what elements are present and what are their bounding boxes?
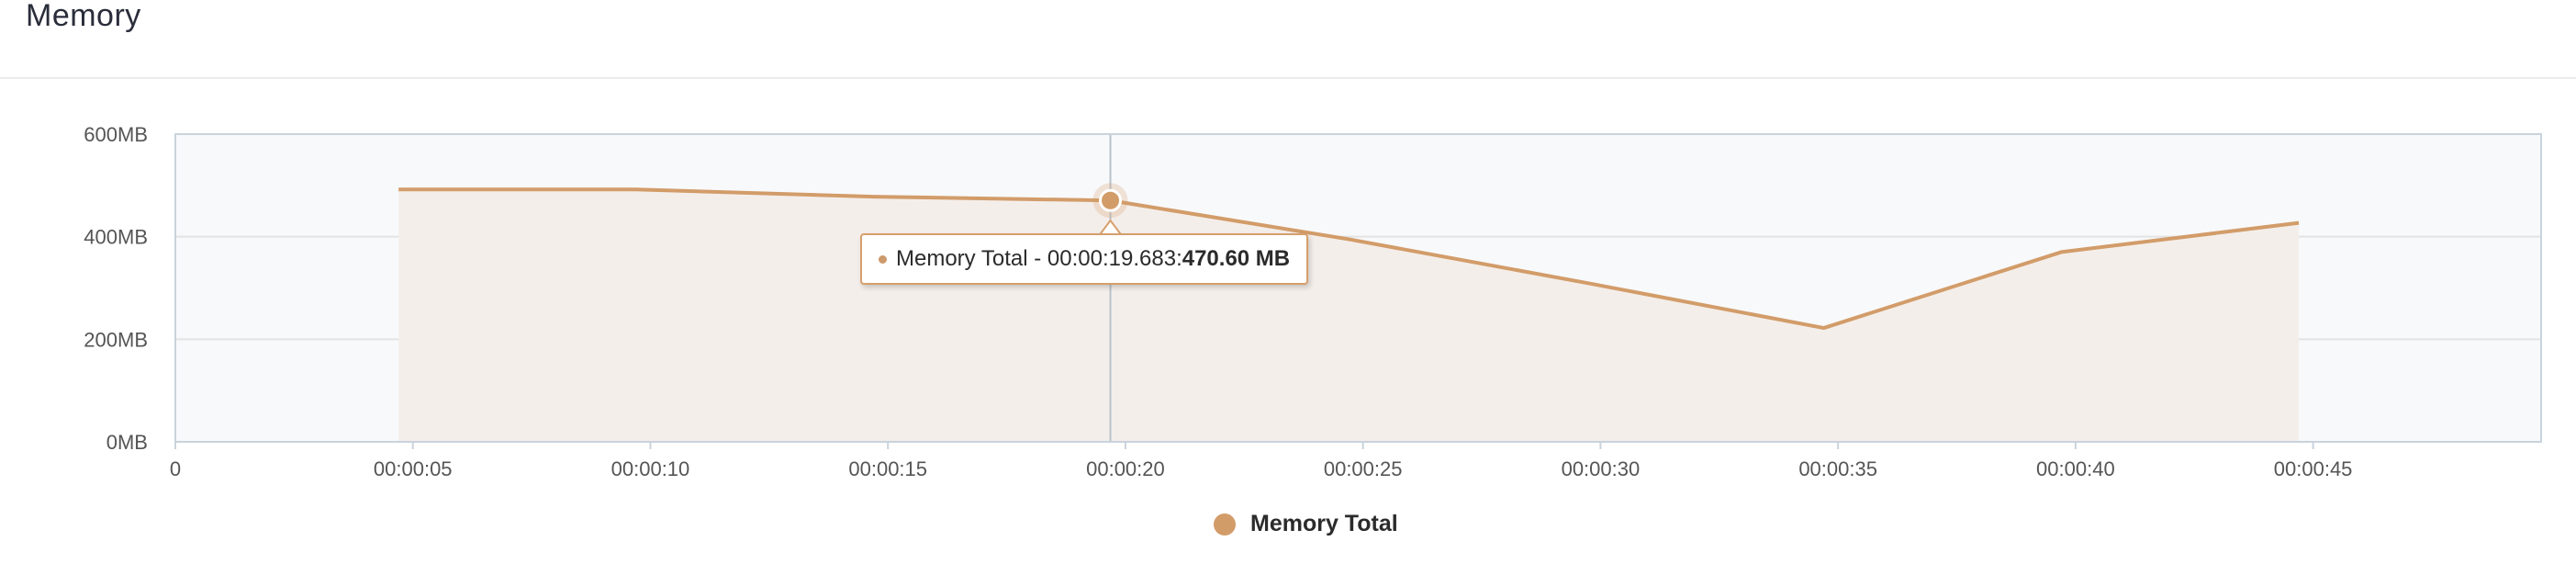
highlight-marker bbox=[1099, 188, 1123, 212]
tooltip-series-marker bbox=[879, 254, 887, 264]
legend-swatch-memory-total bbox=[1214, 513, 1236, 536]
y-tick-label: 400MB bbox=[84, 226, 148, 249]
y-tick-label: 0MB bbox=[106, 431, 148, 454]
chart-legend[interactable]: Memory Total bbox=[1214, 511, 1398, 537]
x-tick-label: 00:00:40 bbox=[2036, 457, 2115, 480]
x-tick-label: 0 bbox=[170, 457, 181, 480]
x-tick-label: 00:00:20 bbox=[1086, 457, 1165, 480]
x-tick-label: 00:00:15 bbox=[848, 457, 927, 480]
x-tick-label: 00:00:10 bbox=[611, 457, 690, 480]
tooltip-value: 470.60 MB bbox=[1182, 246, 1291, 271]
x-tick-label: 00:00:30 bbox=[1562, 457, 1641, 480]
x-tick-label: 00:00:35 bbox=[1798, 457, 1877, 480]
legend-label-memory-total[interactable]: Memory Total bbox=[1250, 511, 1398, 537]
x-tick-label: 00:00:45 bbox=[2274, 457, 2353, 480]
chart-tooltip: Memory Total - 00:00:19.683: 470.60 MB bbox=[860, 233, 1309, 285]
y-tick-label: 200MB bbox=[84, 328, 148, 351]
tooltip-label: Memory Total - 00:00:19.683: bbox=[896, 246, 1182, 271]
y-tick-label: 600MB bbox=[84, 123, 148, 146]
x-tick-label: 00:00:05 bbox=[374, 457, 453, 480]
x-tick-label: 00:00:25 bbox=[1324, 457, 1403, 480]
